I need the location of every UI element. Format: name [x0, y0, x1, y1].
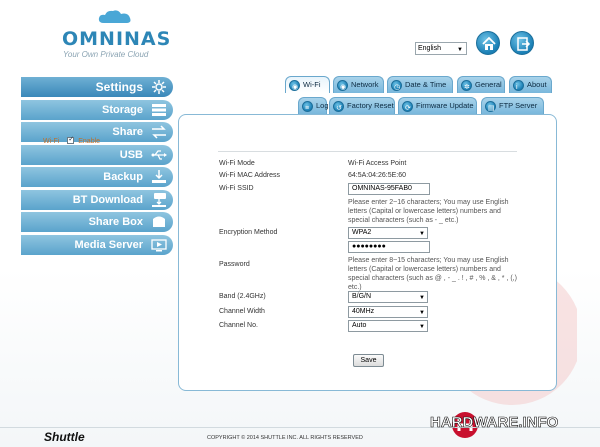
reset-icon: ↺ [333, 101, 344, 112]
encryption-value: WPA2 [352, 229, 372, 236]
wifi-enable-label: Enable [78, 138, 101, 145]
tab-ftp-server[interactable]: ▤ FTP Server [481, 97, 544, 114]
sidebar-item-label: Storage [102, 103, 143, 116]
wifi-mac-label: Wi-Fi MAC Address [219, 172, 281, 179]
sidebar-item-label: Settings [95, 80, 143, 94]
ssid-input[interactable]: OMNINAS-95FAB0 [348, 183, 430, 195]
exit-icon [517, 37, 531, 51]
omninas-logo: OMNINAS Your Own Private Cloud [60, 10, 170, 60]
tab-firmware-update[interactable]: ⟳ Firmware Update [398, 97, 477, 114]
sidebar-item-settings[interactable]: Settings [21, 77, 173, 97]
brand-tagline: Your Own Private Cloud [63, 50, 149, 59]
tab-label: Factory Reset [347, 101, 394, 110]
encryption-label: Encryption Method [219, 229, 278, 236]
password-help-text: Please enter 8~15 characters; You may us… [348, 257, 517, 291]
ssid-help-text: Please enter 2~16 characters; You may us… [348, 199, 509, 224]
tab-about[interactable]: i About [509, 76, 552, 93]
watermark-text: HARDWARE.INFO [430, 414, 559, 432]
shuttle-logo: Shuttle [44, 430, 85, 444]
channel-width-value: 40MHz [352, 308, 375, 315]
language-select[interactable]: English ▼ [415, 42, 467, 55]
chevron-down-icon: ▼ [419, 310, 425, 316]
download-tray-icon [152, 170, 166, 183]
tab-label: Wi-Fi [303, 80, 321, 89]
channel-no-value: Auto [352, 322, 367, 329]
channel-no-select[interactable]: Auto ▼ [348, 320, 428, 332]
sidebar-item-storage[interactable]: Storage [21, 99, 173, 120]
tab-general[interactable]: ✲ General [457, 76, 505, 93]
cloud-icon [98, 10, 131, 23]
home-icon [482, 36, 496, 50]
band-select[interactable]: B/G/N ▼ [348, 291, 428, 303]
wifi-mac-value: 64:5A:04:26:5E:60 [348, 172, 406, 179]
wifi-enable-row: Wi-Fi Enable [43, 135, 101, 145]
tab-label: General [475, 80, 502, 89]
tab-log[interactable]: ≡ Log [298, 97, 329, 114]
sidebar-item-label: Media Server [74, 238, 143, 251]
clock-icon: ◷ [391, 80, 402, 91]
tab-label: Firmware Update [416, 101, 474, 110]
tab-label: About [527, 80, 547, 89]
channel-no-label: Channel No. [219, 322, 258, 329]
tab-label: Date & Time [405, 80, 447, 89]
wifi-ssid-label: Wi-Fi SSID [219, 185, 254, 192]
sidebar-item-media-server[interactable]: Media Server [21, 234, 173, 255]
password-input[interactable]: ●●●●●●●● [348, 241, 430, 253]
home-button[interactable] [476, 31, 500, 55]
channel-width-select[interactable]: 40MHz ▼ [348, 306, 428, 318]
wifi-mode-value: Wi-Fi Access Point [348, 160, 407, 167]
share-arrows-icon [152, 125, 166, 139]
media-icon [151, 238, 167, 251]
password-label: Password [219, 261, 250, 268]
logout-button[interactable] [510, 31, 534, 55]
sidebar: Settings Storage Share USB Backup BT Dow… [21, 77, 173, 257]
copyright-text: COPYRIGHT © 2014 SHUTTLE INC. ALL RIGHTS… [207, 435, 363, 441]
channel-width-label: Channel Width [219, 308, 265, 315]
tab-network[interactable]: ◉ Network [333, 76, 384, 93]
sidebar-item-bt-download[interactable]: BT Download [21, 189, 173, 210]
wifi-section-label: Wi-Fi [43, 138, 60, 145]
tab-date-time[interactable]: ◷ Date & Time [387, 76, 453, 93]
gear-icon: ✲ [461, 80, 472, 91]
chevron-down-icon: ▼ [457, 47, 463, 53]
sidebar-item-label: BT Download [72, 193, 143, 206]
info-icon: i [513, 80, 524, 91]
bt-download-icon [152, 192, 166, 207]
sidebar-item-label: Share Box [88, 216, 143, 228]
sidebar-item-label: Share [112, 126, 143, 138]
tab-wifi[interactable]: ◉ Wi-Fi [285, 76, 330, 93]
refresh-icon: ⟳ [402, 101, 413, 112]
tab-label: FTP Server [499, 101, 538, 110]
save-button[interactable]: Save [353, 354, 384, 367]
band-value: B/G/N [352, 293, 372, 300]
wifi-enable-checkbox[interactable] [67, 135, 75, 144]
chevron-down-icon: ▼ [419, 231, 425, 237]
chevron-down-icon: ▼ [419, 295, 425, 301]
log-icon: ≡ [302, 101, 313, 112]
language-value: English [418, 45, 441, 52]
box-icon [153, 216, 165, 227]
brand-name: OMNINAS [62, 28, 172, 50]
sidebar-item-label: Backup [103, 171, 143, 183]
sidebar-item-label: USB [119, 148, 143, 161]
tab-label: Log [316, 101, 329, 110]
sidebar-item-share-box[interactable]: Share Box [21, 212, 173, 232]
tab-factory-reset[interactable]: ↺ Factory Reset [329, 97, 395, 114]
chevron-down-icon: ▼ [419, 324, 425, 330]
gear-icon [152, 80, 166, 94]
tab-label: Network [351, 80, 379, 89]
usb-icon [151, 149, 167, 160]
globe-icon: ◉ [337, 80, 348, 91]
wifi-icon: ◉ [289, 80, 300, 91]
sidebar-item-backup[interactable]: Backup [21, 167, 173, 187]
section-divider [218, 151, 517, 152]
encryption-select[interactable]: WPA2 ▼ [348, 227, 428, 239]
sidebar-item-usb[interactable]: USB [21, 144, 173, 165]
band-label: Band (2.4GHz) [219, 293, 266, 300]
stack-icon [152, 103, 166, 116]
server-icon: ▤ [485, 101, 496, 112]
wifi-mode-label: Wi-Fi Mode [219, 160, 255, 167]
